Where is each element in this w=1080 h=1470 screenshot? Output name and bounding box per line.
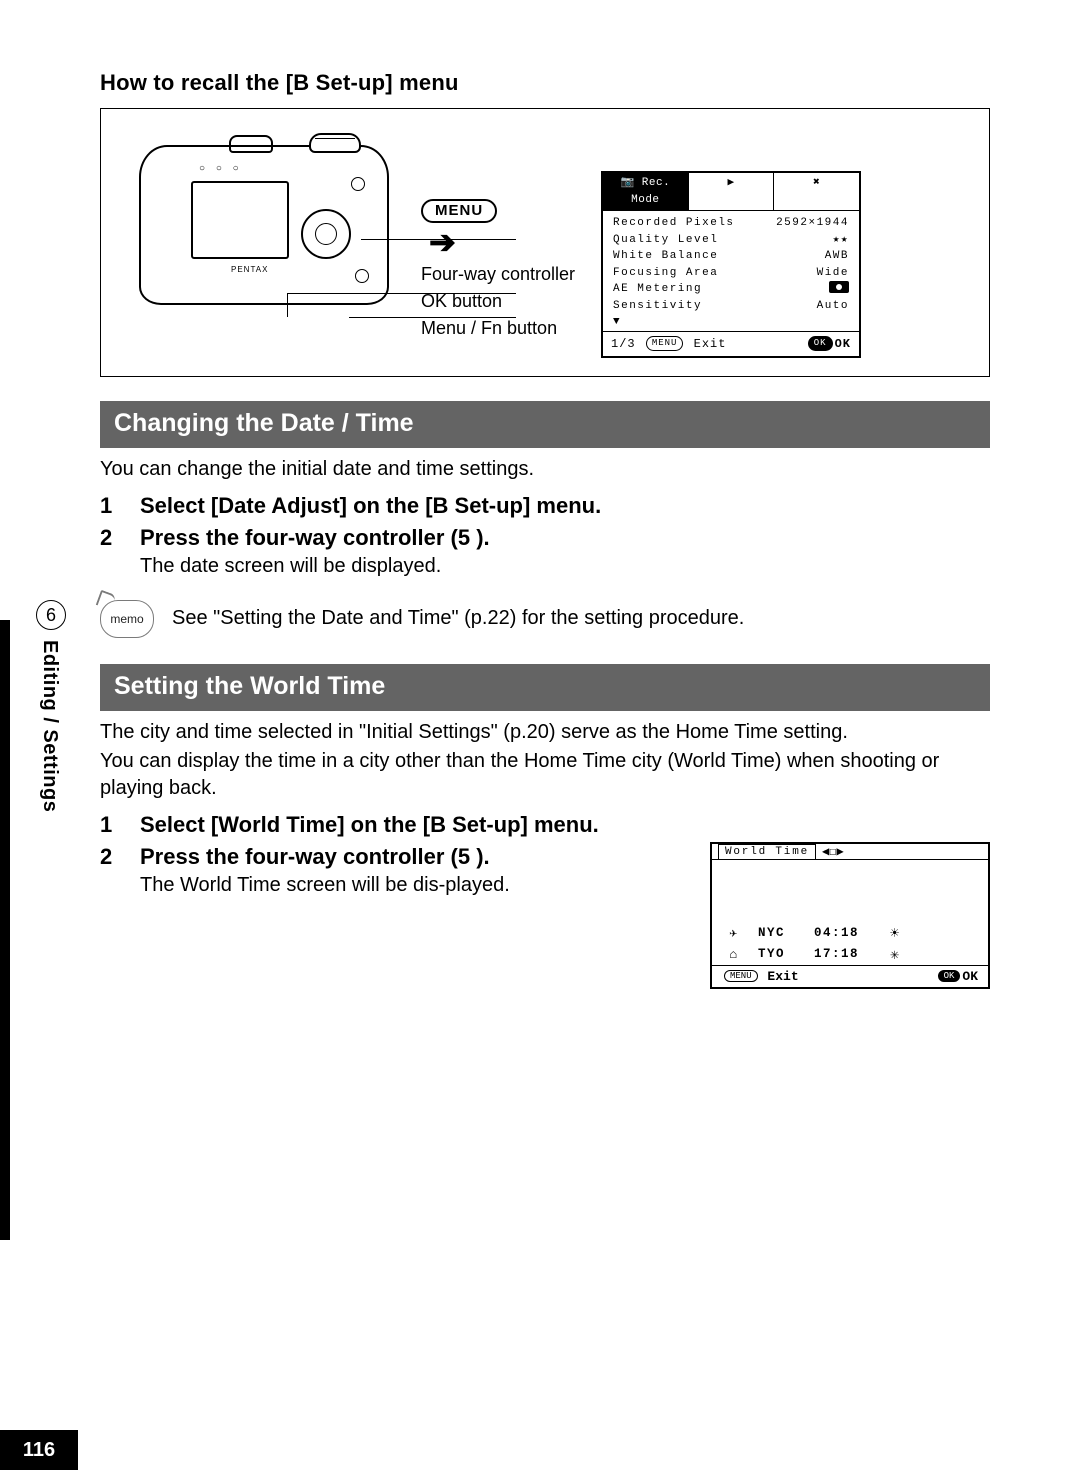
lcd-rec-mode-menu: 📷 Rec. Mode ▶ ✖ Recorded Pixels2592×1944… [601, 171, 861, 358]
step-number: 2 [100, 525, 118, 551]
tab-rec-label: Rec. Mode [631, 177, 670, 206]
step-number: 1 [100, 493, 118, 519]
label-menufn: Menu / Fn button [421, 318, 591, 339]
metering-icon [829, 281, 849, 293]
setup-icon: ✖ [813, 177, 820, 189]
menu-row: Focusing AreaWide [613, 265, 849, 282]
home-icon: ⌂ [726, 947, 742, 962]
footer-right: OKOK [806, 335, 851, 353]
camera-illustration: ○ ○ ○ PENTAX [121, 121, 411, 341]
arrow-right-icon: ➔ [429, 233, 591, 252]
footer-left: MENU Exit [722, 969, 799, 984]
world-time-row-dest: ✈ NYC 04:18 ☀ [712, 923, 988, 944]
lcd-screen-outline [191, 181, 289, 259]
menu-fn-button-icon [355, 269, 369, 283]
viewfinder-icon [229, 135, 273, 153]
ok-label: OK [962, 969, 978, 984]
lcd2-footer: MENU Exit OKOK [712, 965, 988, 987]
city-code: TYO [758, 947, 798, 961]
memo-text: See "Setting the Date and Time" (p.22) f… [172, 607, 744, 630]
step-1: 1 Select [World Time] on the [B Set-up] m… [100, 812, 990, 838]
city-time: 17:18 [814, 947, 874, 961]
chapter-label: Editing / Settings [38, 640, 61, 812]
step-text: Select [Date Adjust] on the [B Set-up] m… [140, 493, 601, 519]
step-text: Press the four-way controller (5 ). [140, 525, 490, 551]
tab-world-time: World Time [718, 844, 816, 859]
mode-dial-icon [309, 133, 361, 153]
page-indicator: 1/3 [611, 337, 636, 351]
ok-button-icon [315, 223, 337, 245]
city-code: NYC [758, 926, 798, 940]
section2-p2: You can display the time in a city other… [100, 748, 990, 802]
menu-pill-icon: MENU [646, 336, 684, 352]
section-heading-date-time: Changing the Date / Time [100, 401, 990, 448]
leader-line [361, 239, 516, 240]
tab-rec-mode: 📷 Rec. Mode [603, 173, 689, 210]
tab-setup: ✖ [774, 173, 859, 210]
exit-label: Exit [767, 969, 798, 984]
memo-note: memo See "Setting the Date and Time" (p.… [100, 600, 990, 638]
tab-playback: ▶ [689, 173, 775, 210]
section-heading-world-time: Setting the World Time [100, 664, 990, 711]
leader-line [287, 293, 516, 294]
lcd-rows: Recorded Pixels2592×1944 Quality Level★★… [603, 211, 859, 331]
footer-left: 1/3 MENU Exit [611, 335, 726, 353]
step-1: 1 Select [Date Adjust] on the [B Set-up] … [100, 493, 990, 519]
sun-icon: ✳ [890, 945, 901, 964]
leader-line [349, 317, 516, 318]
selector-arrows: ◀☐▶ [816, 844, 850, 859]
step-sub: The World Time screen will be dis-played… [140, 874, 686, 897]
step-text: Select [World Time] on the [B Set-up] me… [140, 812, 599, 838]
lcd2-tabrow: World Time ◀☐▶ [712, 844, 988, 859]
menu-row: AE Metering [613, 281, 849, 298]
diagram-labels: MENU ➔ Four-way controller OK button Men… [421, 121, 591, 339]
thumb-tab-strip [0, 620, 10, 1240]
lcd2-gap [712, 859, 988, 923]
world-time-row-home: ⌂ TYO 17:18 ✳ [712, 944, 988, 965]
ok-label: OK [835, 337, 851, 351]
step-2: 2 Press the four-way controller (5 ). [100, 525, 990, 551]
menu-pill-icon: MENU [724, 970, 758, 982]
step-number: 2 [100, 844, 118, 870]
camera-brand-label: PENTAX [231, 265, 268, 274]
speaker-dots-icon: ○ ○ ○ [199, 163, 243, 174]
step-2: 2 Press the four-way controller (5 ). [100, 844, 686, 870]
menu-row: Quality Level★★ [613, 232, 849, 249]
page: How to recall the [B Set-up] menu ○ ○ ○ … [0, 0, 1080, 1470]
lcd-tabs: 📷 Rec. Mode ▶ ✖ [603, 173, 859, 211]
ok-pill-icon: OK [808, 336, 833, 352]
lcd-world-time: World Time ◀☐▶ ✈ NYC 04:18 ☀ ⌂ TYO 17:18… [710, 842, 990, 989]
plane-icon: ✈ [726, 926, 742, 941]
lcd-footer: 1/3 MENU Exit OKOK [603, 331, 859, 356]
menu-row: SensitivityAuto [613, 298, 849, 315]
menu-row: Recorded Pixels2592×1944 [613, 215, 849, 232]
label-ok: OK button [421, 291, 591, 312]
menu-row: White BalanceAWB [613, 248, 849, 265]
section1-intro: You can change the initial date and time… [100, 456, 990, 483]
chapter-sidebar: 6 Editing / Settings [24, 600, 78, 1470]
recall-menu-diagram: ○ ○ ○ PENTAX MENU ➔ Four-way controller … [100, 108, 990, 377]
sun-icon: ☀ [890, 924, 901, 943]
intro-title: How to recall the [B Set-up] menu [100, 70, 990, 96]
memo-icon: memo [100, 600, 154, 638]
menu-pill-icon: MENU [421, 199, 497, 223]
scroll-down-icon: ▼ [613, 314, 849, 331]
step-number: 1 [100, 812, 118, 838]
city-time: 04:18 [814, 926, 874, 940]
chapter-number: 6 [36, 600, 66, 630]
camera-icon: 📷 [620, 177, 634, 189]
step-text: Press the four-way controller (5 ). [140, 844, 490, 870]
label-fourway: Four-way controller [421, 264, 591, 285]
exit-label: Exit [694, 337, 727, 351]
footer-right: OKOK [936, 969, 978, 984]
step-sub: The date screen will be displayed. [140, 555, 990, 578]
play-icon: ▶ [727, 177, 734, 189]
page-number: 116 [0, 1430, 78, 1470]
leader-line [287, 293, 288, 317]
section2-p1: The city and time selected in "Initial S… [100, 719, 990, 746]
top-back-button-icon [351, 177, 365, 191]
ok-pill-icon: OK [938, 970, 961, 982]
